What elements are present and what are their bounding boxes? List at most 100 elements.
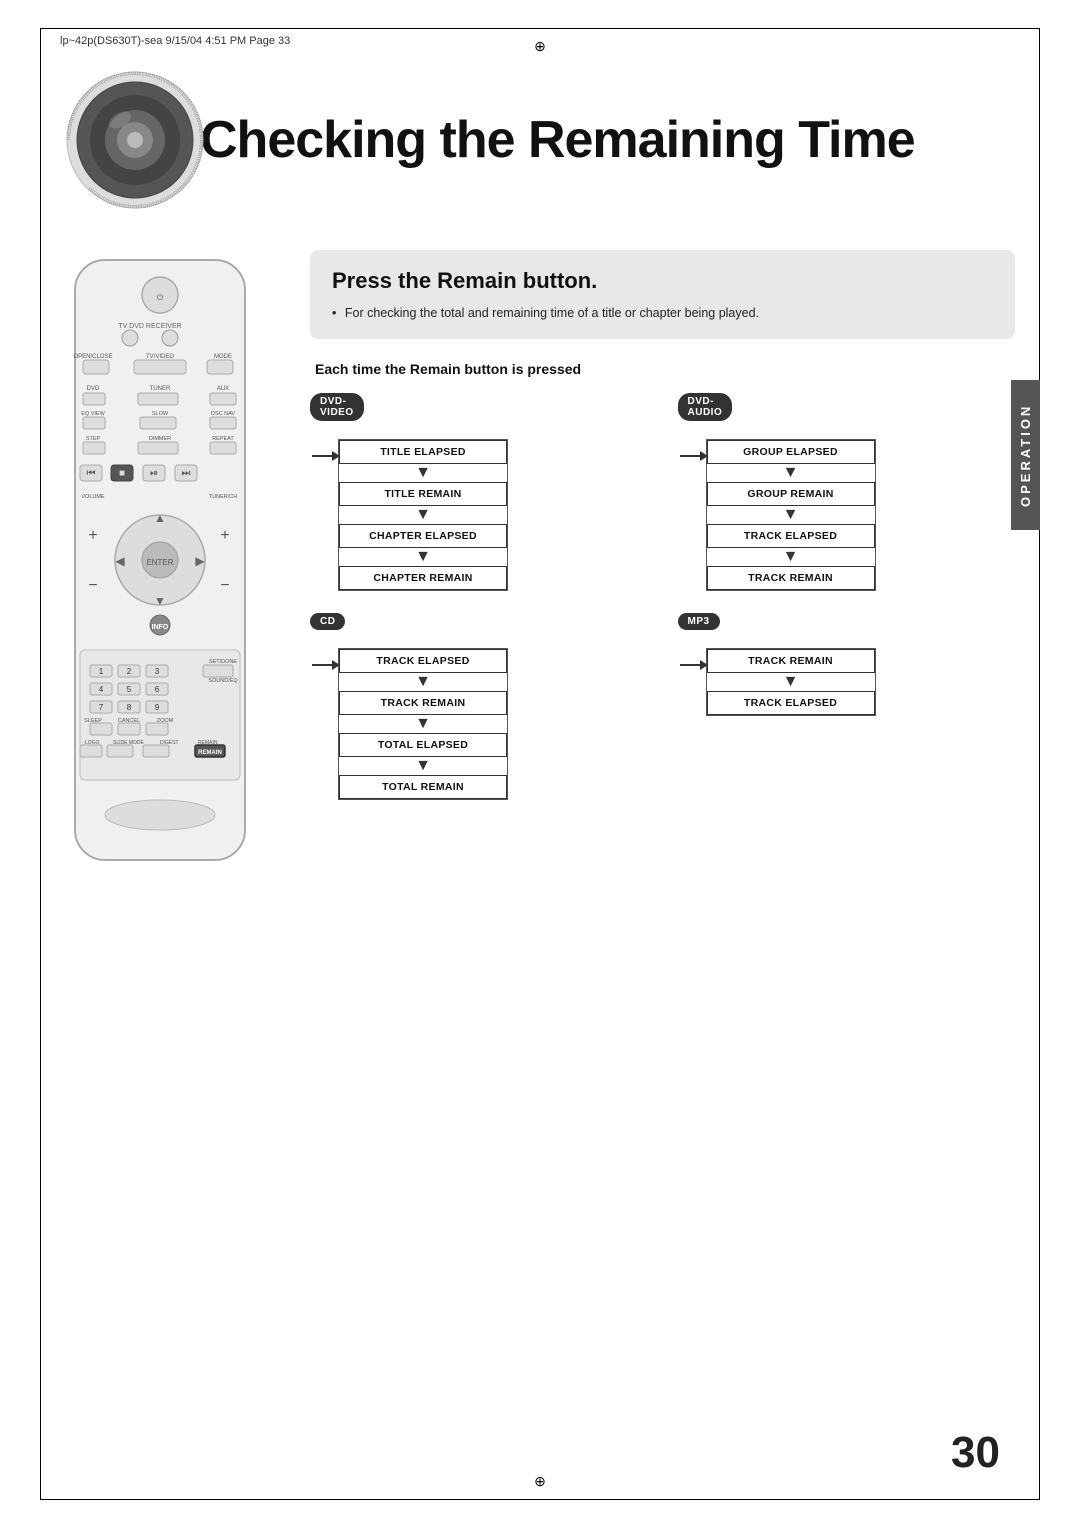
cd-flowchart: TRACK ELAPSED ▼ TRACK REMAIN ▼ TOTAL ELA… <box>338 648 508 800</box>
border-top <box>40 28 1040 29</box>
svg-text:ENTER: ENTER <box>146 558 173 567</box>
svg-text:■: ■ <box>119 468 125 479</box>
svg-text:⏻: ⏻ <box>157 293 164 302</box>
cd-entry-arrow <box>312 660 340 670</box>
svg-text:+: + <box>220 527 229 544</box>
mp3-track-elapsed-item: TRACK ELAPSED <box>707 691 875 715</box>
svg-text:VOLUME: VOLUME <box>81 494 105 500</box>
svg-text:INFO: INFO <box>152 624 169 631</box>
arrow1: ▼ <box>707 464 875 482</box>
each-time-label: Each time the Remain button is pressed <box>315 361 1015 377</box>
dvd-audio-entry-arrow <box>680 451 708 461</box>
svg-text:4: 4 <box>99 685 104 694</box>
page-title: Checking the Remaining Time <box>200 110 915 170</box>
svg-text:−: − <box>220 577 229 594</box>
disc-svg: 0101010101010101010101010101010101010101… <box>60 65 210 215</box>
border-left <box>40 28 41 1500</box>
arrow1: ▼ <box>707 673 875 691</box>
svg-text:2: 2 <box>127 667 132 676</box>
svg-text:5: 5 <box>127 685 132 694</box>
cd-total-elapsed-item: TOTAL ELAPSED <box>339 733 507 757</box>
diagrams-grid: DVD-VIDEO TITLE ELAPSED ▼ TITLE REMAIN ▼… <box>310 393 1015 800</box>
svg-text:7: 7 <box>99 703 104 712</box>
header-meta: lp~42p(DS630T)-sea 9/15/04 4:51 PM Page … <box>60 35 290 47</box>
svg-text:OPEN/CLOSE: OPEN/CLOSE <box>73 354 112 360</box>
svg-text:MODE: MODE <box>214 354 232 360</box>
cd-track-elapsed-item: TRACK ELAPSED <box>339 649 507 673</box>
svg-text:▲: ▲ <box>154 511 166 525</box>
cd-badge: CD <box>310 613 345 630</box>
svg-text:⏮: ⏮ <box>87 468 96 479</box>
arrow1: ▼ <box>339 673 507 691</box>
chapter-elapsed-item: CHAPTER ELAPSED <box>339 524 507 548</box>
remote-svg: ⏻ TV DVD RECEIVER OPEN/CLOSE TV/VIDEO MO… <box>55 250 265 870</box>
title-remain-item: TITLE REMAIN <box>339 482 507 506</box>
svg-text:SET/DONE: SET/DONE <box>209 659 237 665</box>
border-right <box>1039 28 1040 1500</box>
svg-text:▶: ▶ <box>195 554 205 568</box>
svg-text:−: − <box>88 577 97 594</box>
arrow3: ▼ <box>707 548 875 566</box>
svg-text:DSC NAV: DSC NAV <box>211 411 235 417</box>
press-remain-box: Press the Remain button. • For checking … <box>310 250 1015 339</box>
reg-mark-bottom: ⊕ <box>534 1473 546 1490</box>
title-section: 0101010101010101010101010101010101010101… <box>60 55 1020 225</box>
mp3-flow: TRACK REMAIN ▼ TRACK ELAPSED <box>706 648 1016 716</box>
svg-text:3: 3 <box>155 667 160 676</box>
group-elapsed-item: GROUP ELAPSED <box>707 440 875 464</box>
svg-text:EQ VIEW: EQ VIEW <box>81 411 105 417</box>
svg-text:9: 9 <box>155 703 160 712</box>
dvd-audio-badge: DVD-AUDIO <box>678 393 733 421</box>
svg-text:DIMMER: DIMMER <box>149 436 171 442</box>
press-remain-desc: • For checking the total and remaining t… <box>332 304 993 323</box>
svg-text:▼: ▼ <box>154 594 166 608</box>
svg-text:8: 8 <box>127 703 132 712</box>
svg-text:TUNER: TUNER <box>150 386 171 392</box>
cd-total-remain-item: TOTAL REMAIN <box>339 775 507 799</box>
press-remain-title: Press the Remain button. <box>332 268 993 294</box>
arrow2: ▼ <box>339 506 507 524</box>
operation-tab-label: OPERATION <box>1011 380 1040 530</box>
svg-text:+: + <box>88 527 97 544</box>
content-area: Press the Remain button. • For checking … <box>310 250 1015 1408</box>
remote-control-area: ⏻ TV DVD RECEIVER OPEN/CLOSE TV/VIDEO MO… <box>55 250 285 1408</box>
svg-text:AUX: AUX <box>217 386 229 392</box>
cd-diagram: CD TRACK ELAPSED ▼ TRACK REMAIN ▼ TOTAL … <box>310 611 648 800</box>
svg-text:REPEAT: REPEAT <box>212 436 234 442</box>
arrow3: ▼ <box>339 757 507 775</box>
dvd-video-badge: DVD-VIDEO <box>310 393 364 421</box>
dvd-audio-flowchart: GROUP ELAPSED ▼ GROUP REMAIN ▼ TRACK ELA… <box>706 439 876 591</box>
svg-text:SLOW: SLOW <box>152 411 169 417</box>
svg-text:6: 6 <box>155 685 160 694</box>
arrow3: ▼ <box>339 548 507 566</box>
cd-flow: TRACK ELAPSED ▼ TRACK REMAIN ▼ TOTAL ELA… <box>338 648 648 800</box>
svg-text:◀: ◀ <box>115 554 125 568</box>
arrow1: ▼ <box>339 464 507 482</box>
reg-mark-top: ⊕ <box>534 38 546 55</box>
arrow2: ▼ <box>707 506 875 524</box>
svg-text:SOUND/EQ: SOUND/EQ <box>208 678 238 684</box>
svg-text:TUNER/CH: TUNER/CH <box>209 494 237 500</box>
mp3-diagram: MP3 TRACK REMAIN ▼ TRACK ELAPSED <box>678 611 1016 800</box>
svg-text:REMAIN: REMAIN <box>198 750 222 756</box>
page-number: 30 <box>951 1428 1000 1478</box>
svg-text:STEP: STEP <box>86 436 101 442</box>
chapter-remain-item: CHAPTER REMAIN <box>339 566 507 590</box>
dvd-audio-diagram: DVD-AUDIO GROUP ELAPSED ▼ GROUP REMAIN ▼… <box>678 393 1016 591</box>
group-remain-item: GROUP REMAIN <box>707 482 875 506</box>
border-bottom <box>40 1499 1040 1500</box>
disc-decoration: 0101010101010101010101010101010101010101… <box>60 65 210 215</box>
dvd-audio-flow: GROUP ELAPSED ▼ GROUP REMAIN ▼ TRACK ELA… <box>706 439 1016 591</box>
svg-text:⏭: ⏭ <box>182 468 191 479</box>
mp3-flowchart: TRACK REMAIN ▼ TRACK ELAPSED <box>706 648 876 716</box>
cd-track-remain-item: TRACK REMAIN <box>339 691 507 715</box>
dvd-video-flow: TITLE ELAPSED ▼ TITLE REMAIN ▼ CHAPTER E… <box>338 439 648 591</box>
arrow2: ▼ <box>339 715 507 733</box>
dvd-video-entry-arrow <box>312 451 340 461</box>
mp3-entry-arrow <box>680 660 708 670</box>
mp3-badge: MP3 <box>678 613 720 630</box>
mp3-track-remain-item: TRACK REMAIN <box>707 649 875 673</box>
title-elapsed-item: TITLE ELAPSED <box>339 440 507 464</box>
dvd-video-diagram: DVD-VIDEO TITLE ELAPSED ▼ TITLE REMAIN ▼… <box>310 393 648 591</box>
svg-text:⏯: ⏯ <box>150 468 158 479</box>
